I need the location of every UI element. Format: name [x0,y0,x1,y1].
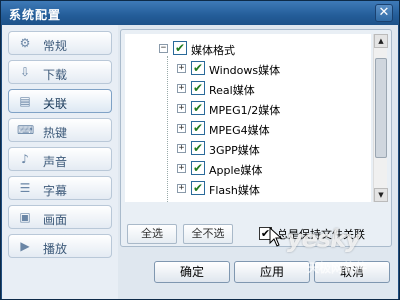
gear-icon: ⚙ [19,36,31,50]
mpeg4-media-checkbox[interactable]: ✔ [191,121,205,135]
scroll-thumb[interactable] [375,58,387,158]
dialog-title: 系统配置 [9,8,62,22]
select-none-button[interactable]: 全不选 [183,224,233,244]
windows-media-checkbox[interactable]: ✔ [191,61,205,75]
apple-media-checkbox[interactable]: ✔ [191,161,205,175]
expand-icon[interactable]: + [177,164,186,173]
tree-item-label: Real媒体 [209,84,255,97]
association-icon: ▤ [19,94,31,108]
sidebar-item-label: 下载 [43,68,68,82]
sidebar-item-label: 关联 [43,97,68,111]
system-config-dialog: 系统配置 ✕ ⚙ 常规 ⇩ 下载 ▤ 关联 ⌨ 热键 ♪ 声音 ☰ 字幕 ▣ 画… [0,0,400,300]
tree-item-windows[interactable]: + ✔ Windows媒体 [177,60,357,78]
tree-item-flash[interactable]: + ✔ Flash媒体 [177,180,357,198]
sidebar: ⚙ 常规 ⇩ 下载 ▤ 关联 ⌨ 热键 ♪ 声音 ☰ 字幕 ▣ 画面 ▶ 播放 [2,25,118,299]
sidebar-item-label: 字幕 [43,184,68,198]
scroll-down-icon[interactable]: ▼ [374,188,388,202]
tree-item-label: MPEG1/2媒体 [209,104,281,117]
tree-item-label: MPEG4媒体 [209,124,270,137]
3gpp-media-checkbox[interactable]: ✔ [191,141,205,155]
sidebar-item-subtitle[interactable]: ☰ 字幕 [8,176,112,200]
tree-item-mpeg12[interactable]: + ✔ MPEG1/2媒体 [177,100,357,118]
apply-button[interactable]: 应用 [234,261,310,283]
association-panel: − ✔ 媒体格式 + ✔ Windows媒体 + ✔ Real媒体 + ✔ MP… [120,29,392,247]
tree-item-apple[interactable]: + ✔ Apple媒体 [177,160,357,178]
speaker-icon: ♪ [21,152,29,166]
tree-guide-line [167,56,168,202]
media-format-tree: − ✔ 媒体格式 + ✔ Windows媒体 + ✔ Real媒体 + ✔ MP… [125,34,371,202]
expand-icon[interactable]: + [177,124,186,133]
real-media-checkbox[interactable]: ✔ [191,81,205,95]
sidebar-item-label: 常规 [43,39,68,53]
sidebar-item-hotkey[interactable]: ⌨ 热键 [8,118,112,142]
sidebar-item-sound[interactable]: ♪ 声音 [8,147,112,171]
tree-item-mpeg4[interactable]: + ✔ MPEG4媒体 [177,120,357,138]
tree-item-3gpp[interactable]: + ✔ 3GPP媒体 [177,140,357,158]
always-keep-association-label: 总是保持文件关联 [277,228,365,241]
sidebar-item-association[interactable]: ▤ 关联 [8,89,112,113]
select-all-button[interactable]: 全选 [127,224,177,244]
tree-item-label: Apple媒体 [209,164,263,177]
expand-icon[interactable]: + [177,104,186,113]
dialog-body: ⚙ 常规 ⇩ 下载 ▤ 关联 ⌨ 热键 ♪ 声音 ☰ 字幕 ▣ 画面 ▶ 播放 … [2,25,398,299]
media-format-checkbox[interactable]: ✔ [173,41,187,55]
tree-item-label: Flash媒体 [209,184,260,197]
ok-button[interactable]: 确定 [154,261,230,283]
expand-icon[interactable]: + [177,84,186,93]
sidebar-item-label: 声音 [43,155,68,169]
sidebar-item-playback[interactable]: ▶ 播放 [8,234,112,258]
tree-root-label: 媒体格式 [191,44,235,57]
tree-item-real[interactable]: + ✔ Real媒体 [177,80,357,98]
tree-item-label: 3GPP媒体 [209,144,260,157]
download-icon: ⇩ [19,65,31,79]
tree-scrollbar[interactable]: ▲ ▼ [373,34,388,202]
mouse-cursor-icon [269,227,283,247]
collapse-icon[interactable]: − [159,44,168,53]
sidebar-item-general[interactable]: ⚙ 常规 [8,31,112,55]
tree-item-label: Windows媒体 [209,64,281,77]
picture-icon: ▣ [19,210,31,224]
cancel-button[interactable]: 取消 [314,261,390,283]
title-bar[interactable]: 系统配置 ✕ [1,1,399,25]
tree-root-row[interactable]: − ✔ 媒体格式 [159,40,359,58]
sidebar-item-picture[interactable]: ▣ 画面 [8,205,112,229]
sidebar-item-label: 播放 [43,242,68,256]
expand-icon[interactable]: + [177,64,186,73]
hotkey-icon: ⌨ [17,123,35,137]
sidebar-item-label: 热键 [43,126,68,140]
mpeg12-media-checkbox[interactable]: ✔ [191,101,205,115]
sidebar-item-label: 画面 [43,213,68,227]
expand-icon[interactable]: + [177,144,186,153]
play-icon: ▶ [20,239,30,253]
subtitle-icon: ☰ [19,181,31,195]
close-button[interactable]: ✕ [375,4,393,22]
scroll-up-icon[interactable]: ▲ [374,34,388,48]
expand-icon[interactable]: + [177,184,186,193]
sidebar-item-download[interactable]: ⇩ 下载 [8,60,112,84]
flash-media-checkbox[interactable]: ✔ [191,181,205,195]
